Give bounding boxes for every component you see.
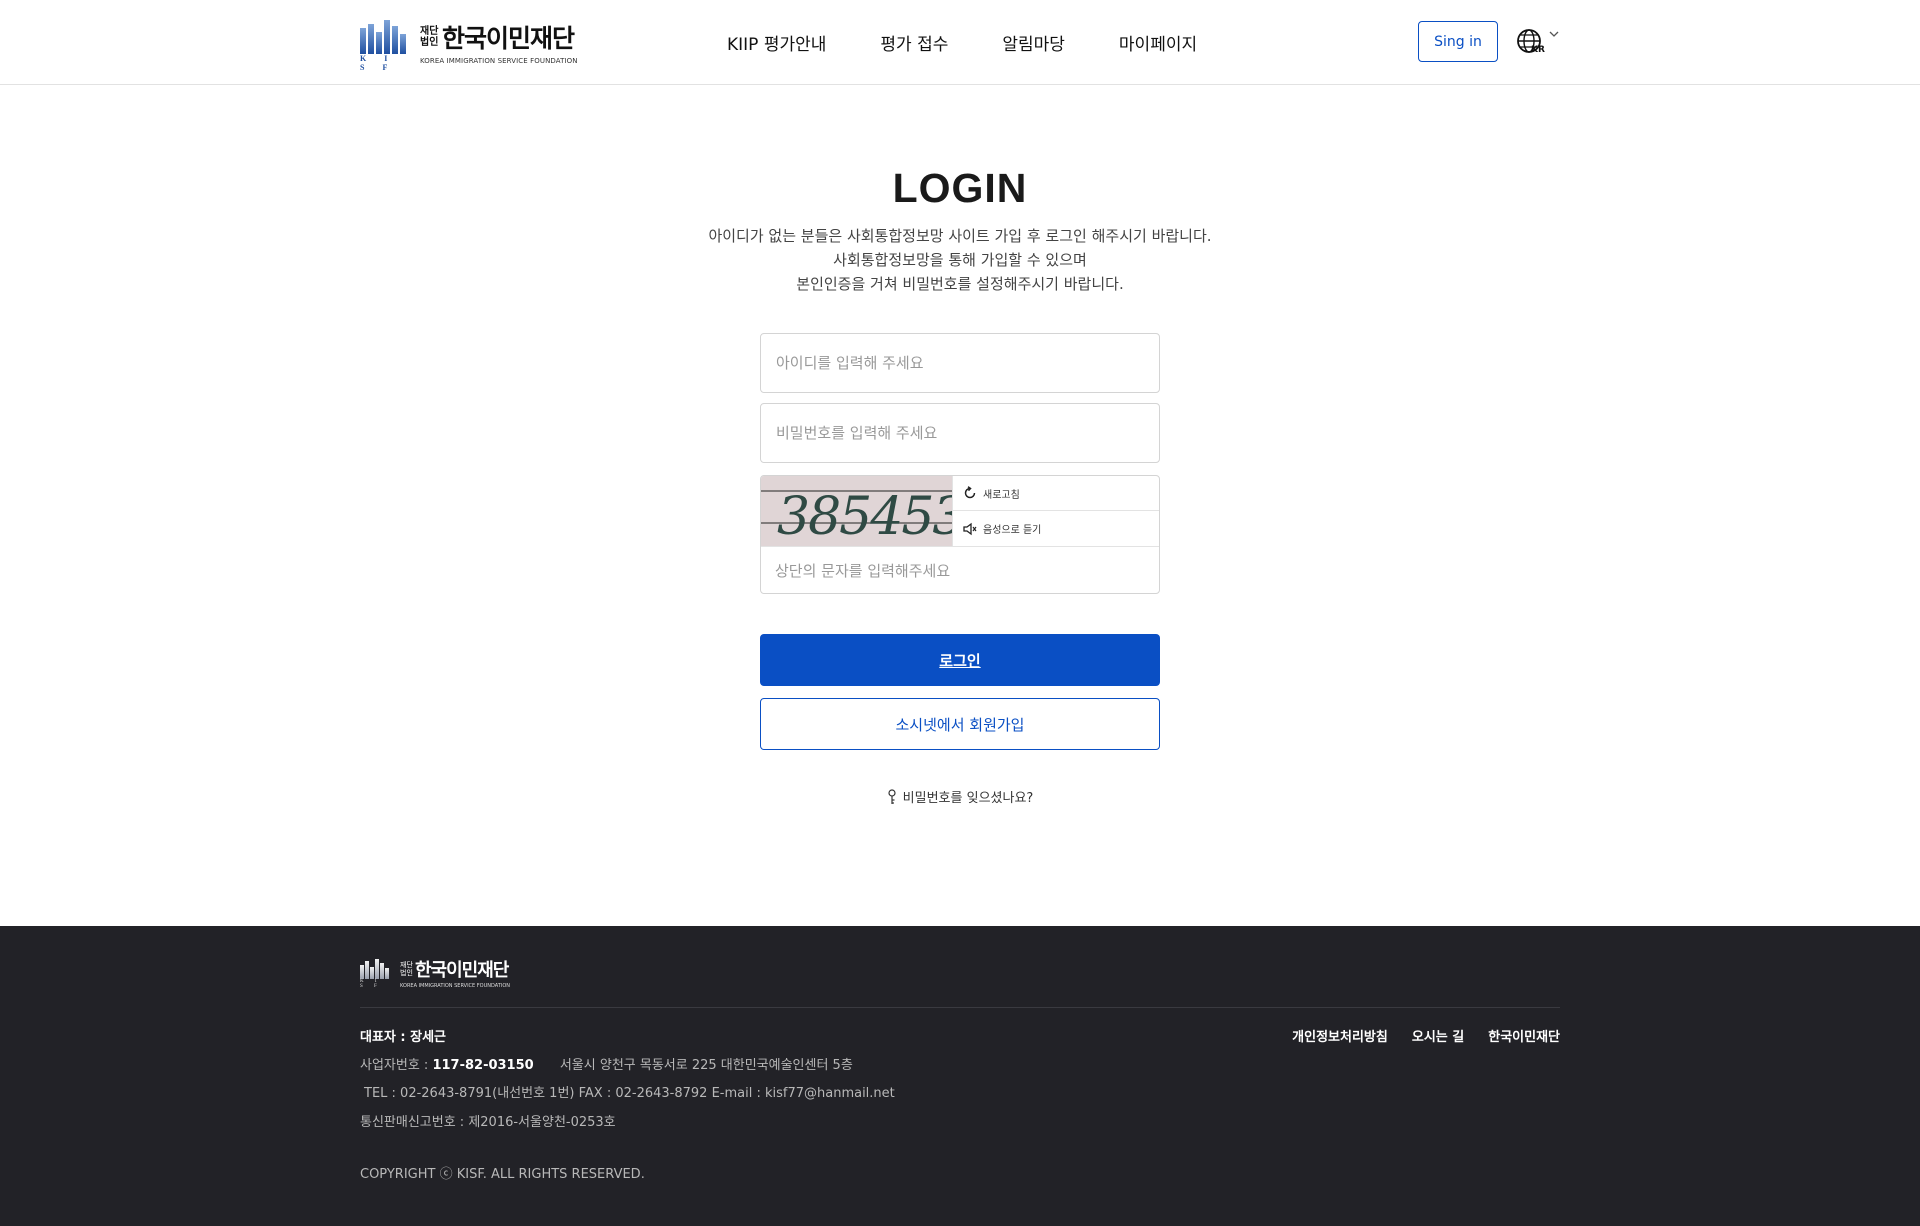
footer-logo-small-text: 재단 법인 bbox=[400, 961, 413, 977]
kisf-logo[interactable]: K I S F 재단 법인 한국이민재단 KOREA IMMIGRATION S… bbox=[360, 20, 578, 72]
logo-english: KOREA IMMIGRATION SERVICE FOUNDATION bbox=[420, 57, 578, 65]
footer-links: 개인정보처리방침 오시는 길 한국이민재단 bbox=[1268, 1026, 1560, 1045]
refresh-icon bbox=[964, 486, 976, 499]
captcha-refresh-label: 새로고침 bbox=[983, 489, 1020, 501]
footer-logo-mark: K I S F bbox=[360, 958, 392, 989]
nav-kiip-guide[interactable]: KIIP 평가안내 bbox=[727, 30, 826, 55]
footer-biz-label: 사업자번호 : bbox=[360, 1058, 433, 1073]
captcha-refresh-button[interactable]: 새로고침 bbox=[952, 476, 1159, 511]
logo-name: 한국이민재단 bbox=[442, 24, 575, 53]
footer-logo-mark-text: K I S F bbox=[360, 978, 382, 989]
site-header: K I S F 재단 법인 한국이민재단 KOREA IMMIGRATION S… bbox=[0, 0, 1920, 85]
logo-mark-text: K I S F bbox=[360, 54, 396, 72]
captcha-input-wrapper bbox=[761, 546, 1159, 593]
footer-logo-name: 한국이민재단 bbox=[415, 960, 509, 981]
id-field-wrapper bbox=[760, 333, 1160, 393]
footer-link-directions[interactable]: 오시는 길 bbox=[1412, 1026, 1464, 1045]
footer-link-privacy[interactable]: 개인정보처리방침 bbox=[1292, 1026, 1388, 1045]
chevron-down-icon bbox=[1549, 31, 1559, 37]
footer-contact: TEL : 02-2643-8791(내선번호 1번) FAX : 02-264… bbox=[364, 1086, 895, 1101]
description-line: 아이디가 없는 분들은 사회통합정보망 사이트 가입 후 로그인 해주시기 바랍… bbox=[708, 227, 1212, 245]
login-description: 아이디가 없는 분들은 사회통합정보망 사이트 가입 후 로그인 해주시기 바랍… bbox=[0, 224, 1920, 296]
captcha-box: 385453 새로고침 음성으로 듣기 bbox=[760, 475, 1160, 594]
footer-biz-number: 117-82-03150 bbox=[432, 1058, 534, 1073]
login-title: LOGIN bbox=[892, 165, 1028, 211]
forgot-password-link[interactable]: 비밀번호를 잊으셨나요? bbox=[0, 787, 1920, 806]
captcha-input[interactable] bbox=[761, 547, 1159, 593]
nav-notice[interactable]: 알림마당 bbox=[1002, 30, 1065, 55]
footer-logo-english: KOREA IMMIGRATION SERVICE FOUNDATION bbox=[400, 983, 511, 989]
captcha-audio-button[interactable]: 음성으로 듣기 bbox=[952, 511, 1159, 546]
key-icon bbox=[888, 788, 896, 804]
signup-button[interactable]: 소시넷에서 회원가입 bbox=[760, 698, 1160, 750]
logo-small-text: 재단 법인 bbox=[420, 26, 439, 48]
signin-button[interactable]: Sing in bbox=[1418, 21, 1498, 62]
footer-business-info: 사업자번호 : 117-82-03150 서울시 양천구 목동서로 225 대한… bbox=[360, 1054, 853, 1073]
footer-copyright: COPYRIGHT ⓒ KISF. ALL RIGHTS RESERVED. bbox=[360, 1167, 645, 1182]
footer-address: 서울시 양천구 목동서로 225 대한민국예술인센터 5층 bbox=[559, 1058, 853, 1073]
login-button[interactable]: 로그인 bbox=[760, 634, 1160, 686]
nav-registration[interactable]: 평가 접수 bbox=[880, 30, 948, 55]
description-line: 사회통합정보망을 통해 가입할 수 있으며 bbox=[833, 251, 1087, 269]
site-footer: K I S F 재단 법인 한국이민재단 KOREA IMMIGRATION S… bbox=[0, 926, 1920, 1226]
description-line: 본인인증을 거쳐 비밀번호를 설정해주시기 바랍니다. bbox=[796, 275, 1124, 293]
nav-mypage[interactable]: 마이페이지 bbox=[1119, 30, 1197, 55]
footer-divider bbox=[360, 1007, 1560, 1008]
svg-text:385453: 385453 bbox=[777, 487, 952, 546]
language-code: KR bbox=[1531, 45, 1545, 55]
footer-telecom: 통신판매신고번호 : 제2016-서울양천-0253호 bbox=[360, 1115, 616, 1130]
captcha-image: 385453 bbox=[761, 476, 966, 547]
password-field-wrapper bbox=[760, 403, 1160, 463]
kisf-logo-mark: K I S F bbox=[360, 20, 406, 72]
footer-ceo: 대표자 : 장세근 bbox=[360, 1030, 447, 1045]
footer-link-foundation[interactable]: 한국이민재단 bbox=[1488, 1026, 1560, 1045]
footer-logo: K I S F 재단 법인 한국이민재단 KOREA IMMIGRATION S… bbox=[360, 956, 510, 989]
password-input[interactable] bbox=[761, 404, 1159, 462]
captcha-audio-label: 음성으로 듣기 bbox=[983, 525, 1042, 536]
forgot-password-label: 비밀번호를 잊으셨나요? bbox=[902, 791, 1034, 806]
language-selector[interactable]: KR bbox=[1516, 26, 1562, 58]
speaker-icon bbox=[963, 522, 977, 535]
main-nav: KIIP 평가안내 평가 접수 알림마당 마이페이지 bbox=[727, 0, 1197, 85]
id-input[interactable] bbox=[761, 334, 1159, 392]
